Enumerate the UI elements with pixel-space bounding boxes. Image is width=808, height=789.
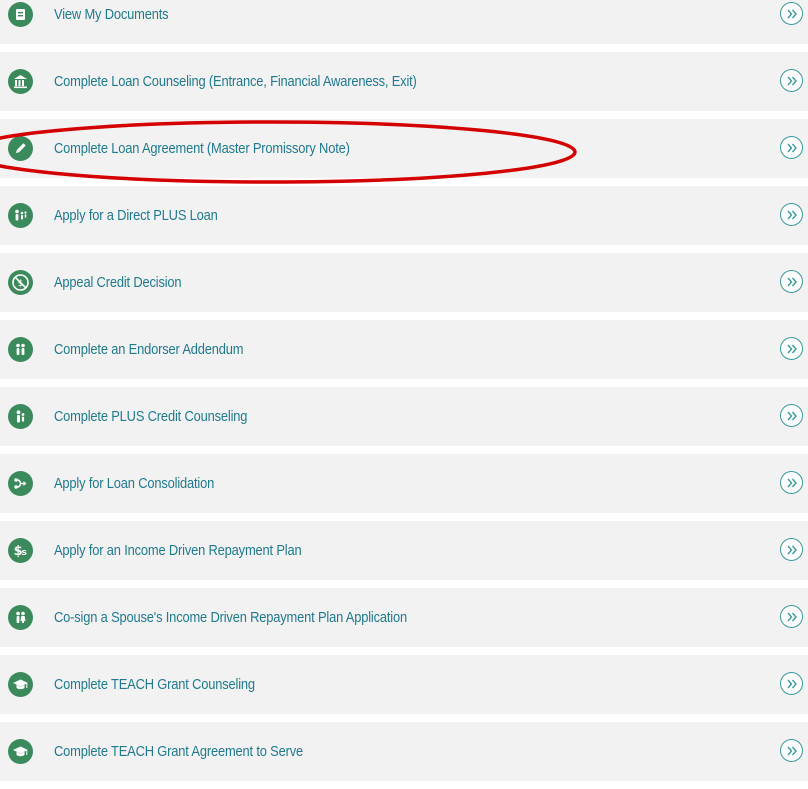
chevron-right-icon[interactable] [780, 270, 803, 293]
action-label[interactable]: Complete Loan Counseling (Entrance, Fina… [54, 52, 417, 111]
dollar-sign-icon: $ s [8, 538, 33, 563]
chevron-right-icon[interactable] [780, 203, 803, 226]
action-item-teach-grant-agreement[interactable]: Complete TEACH Grant Agreement to Serve [0, 722, 808, 781]
parent-child-icon [8, 404, 33, 429]
action-label[interactable]: View My Documents [54, 0, 169, 44]
action-item-cosign-spouse-repayment[interactable]: Co-sign a Spouse's Income Driven Repayme… [0, 588, 808, 647]
action-item-loan-agreement[interactable]: Complete Loan Agreement (Master Promisso… [0, 119, 808, 178]
chevron-right-icon[interactable] [780, 2, 803, 25]
pencil-icon [8, 136, 33, 161]
chevron-right-icon[interactable] [780, 672, 803, 695]
action-label[interactable]: Complete PLUS Credit Counseling [54, 387, 247, 446]
document-icon [8, 2, 33, 27]
no-dollar-icon: $ [8, 270, 33, 295]
action-item-loan-consolidation[interactable]: Apply for Loan Consolidation [0, 454, 808, 513]
action-label[interactable]: Appeal Credit Decision [54, 253, 182, 312]
graduation-cap-icon [8, 672, 33, 697]
svg-text:s: s [22, 548, 27, 558]
action-label[interactable]: Complete TEACH Grant Agreement to Serve [54, 722, 303, 781]
action-label[interactable]: Apply for a Direct PLUS Loan [54, 186, 218, 245]
two-people-icon [8, 337, 33, 362]
family-icon [8, 203, 33, 228]
chevron-right-icon[interactable] [780, 337, 803, 360]
action-label[interactable]: Complete TEACH Grant Counseling [54, 655, 255, 714]
action-item-view-my-documents[interactable]: View My Documents [0, 0, 808, 44]
action-item-teach-grant-counseling[interactable]: Complete TEACH Grant Counseling [0, 655, 808, 714]
bank-building-icon [8, 69, 33, 94]
graduation-cap-icon [8, 739, 33, 764]
action-label[interactable]: Apply for Loan Consolidation [54, 454, 214, 513]
action-item-plus-credit-counseling[interactable]: Complete PLUS Credit Counseling [0, 387, 808, 446]
svg-text:$: $ [18, 279, 24, 289]
chevron-right-icon[interactable] [780, 605, 803, 628]
action-label[interactable]: Complete an Endorser Addendum [54, 320, 244, 379]
chevron-right-icon[interactable] [780, 69, 803, 92]
action-item-direct-plus-loan[interactable]: Apply for a Direct PLUS Loan [0, 186, 808, 245]
action-item-appeal-credit-decision[interactable]: $ Appeal Credit Decision [0, 253, 808, 312]
merge-arrows-icon [8, 471, 33, 496]
action-list: View My Documents Complete Loan Counseli… [0, 0, 808, 789]
action-item-endorser-addendum[interactable]: Complete an Endorser Addendum [0, 320, 808, 379]
chevron-right-icon[interactable] [780, 136, 803, 159]
chevron-right-icon[interactable] [780, 471, 803, 494]
action-item-loan-counseling[interactable]: Complete Loan Counseling (Entrance, Fina… [0, 52, 808, 111]
action-label[interactable]: Apply for an Income Driven Repayment Pla… [54, 521, 302, 580]
chevron-right-icon[interactable] [780, 404, 803, 427]
chevron-right-icon[interactable] [780, 538, 803, 561]
action-label[interactable]: Co-sign a Spouse's Income Driven Repayme… [54, 588, 407, 647]
couple-icon [8, 605, 33, 630]
action-label[interactable]: Complete Loan Agreement (Master Promisso… [54, 119, 350, 178]
action-item-income-driven-repayment[interactable]: $ s Apply for an Income Driven Repayment … [0, 521, 808, 580]
chevron-right-icon[interactable] [780, 739, 803, 762]
